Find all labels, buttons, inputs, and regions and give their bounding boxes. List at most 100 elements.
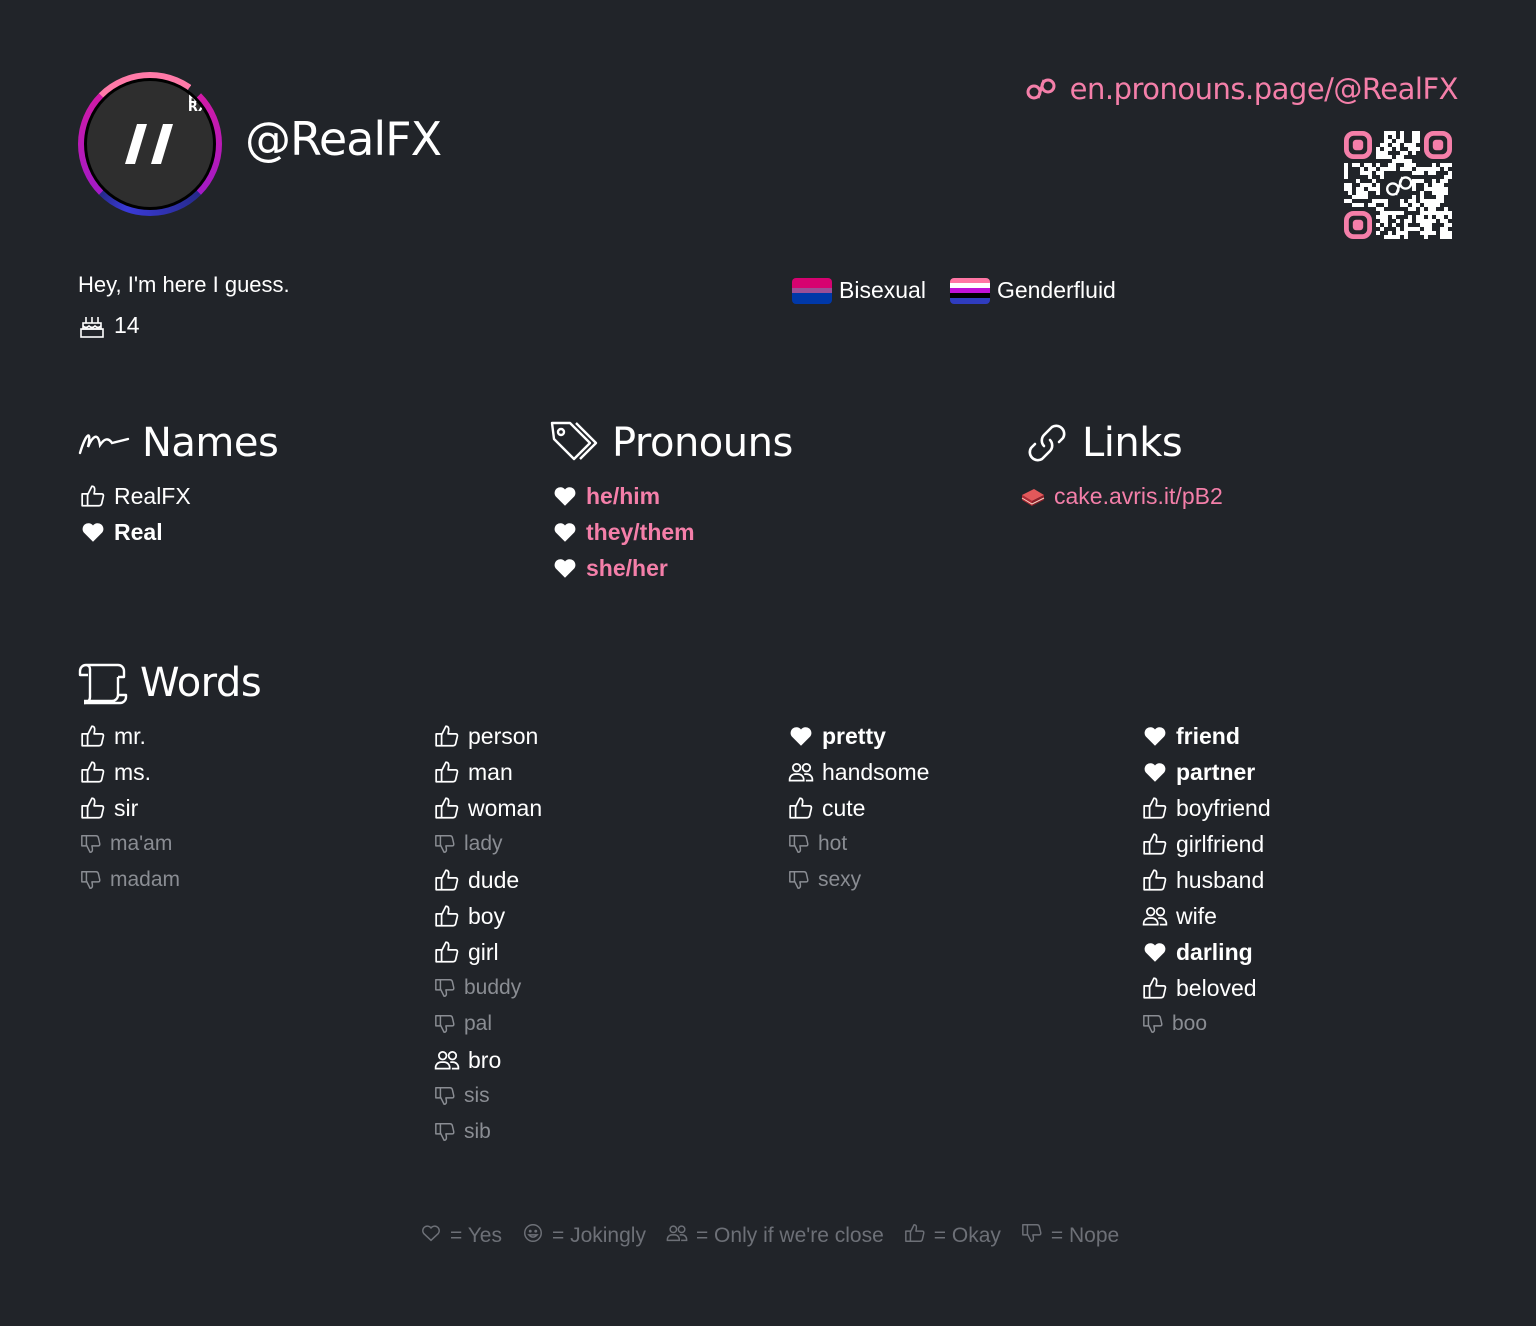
thumbs-down-icon bbox=[434, 833, 456, 855]
list-item[interactable]: cake.avris.it/pB2 bbox=[1020, 478, 1223, 514]
legend-label: = Yes bbox=[450, 1224, 502, 1247]
flag-item-genderfluid[interactable]: Genderfluid bbox=[949, 277, 1116, 304]
word-item-label: hot bbox=[818, 832, 848, 855]
legend: = Yes = Jokingly = Only if we're close =… bbox=[420, 1222, 1119, 1250]
words-column-3: pretty handsome cute hot sexy bbox=[788, 718, 929, 898]
thumbs-up-icon bbox=[434, 723, 460, 749]
pronouns-title: Pronouns bbox=[612, 420, 793, 466]
thumbs-up-icon bbox=[434, 939, 460, 965]
word-item[interactable]: mr. bbox=[80, 718, 180, 754]
age-value: 14 bbox=[114, 312, 140, 338]
word-item[interactable]: boyfriend bbox=[1142, 790, 1271, 826]
people-icon bbox=[788, 759, 814, 785]
thumbs-up-icon bbox=[1142, 975, 1168, 1001]
pronoun-link[interactable]: they/them bbox=[586, 519, 695, 546]
word-item[interactable]: lady bbox=[434, 826, 542, 862]
word-item[interactable]: boo bbox=[1142, 1006, 1271, 1042]
word-item[interactable]: handsome bbox=[788, 754, 929, 790]
thumbs-up-icon bbox=[788, 795, 814, 821]
word-item[interactable]: boy bbox=[434, 898, 542, 934]
word-item[interactable]: sis bbox=[434, 1078, 542, 1114]
word-item-label: sir bbox=[114, 794, 139, 821]
heart-icon bbox=[1142, 759, 1168, 785]
flag-item-bisexual[interactable]: Bisexual bbox=[792, 277, 926, 304]
word-item[interactable]: girl bbox=[434, 934, 542, 970]
people-icon bbox=[434, 1047, 460, 1073]
word-item[interactable]: madam bbox=[80, 862, 180, 898]
thumbs-down-icon bbox=[434, 1013, 456, 1035]
external-link[interactable]: cake.avris.it/pB2 bbox=[1054, 483, 1223, 510]
word-item[interactable]: cute bbox=[788, 790, 929, 826]
word-item-label: girl bbox=[468, 938, 499, 965]
names-heading: Names bbox=[78, 420, 279, 466]
heart-icon bbox=[420, 1222, 442, 1250]
list-item[interactable]: RealFX bbox=[80, 478, 191, 514]
word-item-label: partner bbox=[1176, 758, 1256, 785]
word-item-label: pretty bbox=[822, 722, 886, 749]
cake-site-icon bbox=[1021, 489, 1045, 506]
word-item[interactable]: girlfriend bbox=[1142, 826, 1271, 862]
word-item[interactable]: buddy bbox=[434, 970, 542, 1006]
word-item[interactable]: sexy bbox=[788, 862, 929, 898]
thumbs-up-icon bbox=[80, 483, 106, 509]
thumbs-up-icon bbox=[1142, 867, 1168, 893]
thumbs-down-icon bbox=[434, 1121, 456, 1143]
smile-icon bbox=[522, 1222, 544, 1250]
word-item[interactable]: pretty bbox=[788, 718, 929, 754]
thumbs-up-icon bbox=[434, 795, 460, 821]
word-item[interactable]: dude bbox=[434, 862, 542, 898]
word-item[interactable]: sib bbox=[434, 1114, 542, 1150]
word-item[interactable]: hot bbox=[788, 826, 929, 862]
word-item-label: girlfriend bbox=[1176, 830, 1265, 857]
word-item[interactable]: wife bbox=[1142, 898, 1271, 934]
word-item[interactable]: darling bbox=[1142, 934, 1271, 970]
flag-label: Genderfluid bbox=[996, 277, 1116, 303]
word-item-label: boy bbox=[468, 902, 506, 929]
word-item[interactable]: partner bbox=[1142, 754, 1271, 790]
word-item[interactable]: ma'am bbox=[80, 826, 180, 862]
word-item[interactable]: man bbox=[434, 754, 542, 790]
heart-icon bbox=[1142, 939, 1168, 965]
word-item[interactable]: husband bbox=[1142, 862, 1271, 898]
people-icon bbox=[1142, 903, 1168, 929]
word-item[interactable]: beloved bbox=[1142, 970, 1271, 1006]
word-item[interactable]: ms. bbox=[80, 754, 180, 790]
word-item-label: sib bbox=[464, 1120, 491, 1143]
pronoun-link[interactable]: he/him bbox=[586, 483, 660, 510]
word-item[interactable]: pal bbox=[434, 1006, 542, 1042]
avatar: RX RX- RX-/ bbox=[78, 72, 222, 216]
thumbs-up-icon bbox=[904, 1222, 926, 1250]
scroll-icon bbox=[78, 663, 128, 705]
links-heading: Links bbox=[1024, 420, 1183, 466]
list-item[interactable]: he/him bbox=[552, 478, 695, 514]
word-item-label: boo bbox=[1172, 1012, 1208, 1035]
words-heading: Words bbox=[78, 660, 262, 706]
legend-label: = Okay bbox=[933, 1224, 1001, 1247]
word-item-label: ms. bbox=[114, 758, 152, 785]
thumbs-down-icon bbox=[1142, 1013, 1164, 1035]
word-item-label: beloved bbox=[1176, 974, 1257, 1001]
list-item[interactable]: they/them bbox=[552, 514, 695, 550]
legend-item-jokingly: = Jokingly bbox=[522, 1222, 646, 1250]
list-item[interactable]: Real bbox=[80, 514, 191, 550]
profile-url-link[interactable]: en.pronouns.page/@RealFX bbox=[1026, 72, 1459, 106]
legend-label: = Nope bbox=[1050, 1224, 1120, 1247]
qr-code[interactable] bbox=[1344, 131, 1452, 239]
signature-icon bbox=[78, 434, 130, 455]
word-item[interactable]: bro bbox=[434, 1042, 542, 1078]
word-item[interactable]: person bbox=[434, 718, 542, 754]
thumbs-up-icon bbox=[80, 759, 106, 785]
avatar-text: RX RX- RX-/ bbox=[188, 83, 213, 114]
flag-label: Bisexual bbox=[839, 277, 926, 303]
word-item-label: woman bbox=[468, 794, 543, 821]
names-title: Names bbox=[142, 420, 279, 466]
pronoun-link[interactable]: she/her bbox=[586, 555, 668, 582]
word-item[interactable]: woman bbox=[434, 790, 542, 826]
word-item[interactable]: sir bbox=[80, 790, 180, 826]
words-column-2: person man woman lady dude boy girl buddy pal bro… bbox=[434, 718, 542, 1150]
heart-icon bbox=[1142, 723, 1168, 749]
list-item[interactable]: she/her bbox=[552, 550, 695, 586]
legend-item-okay: = Okay bbox=[904, 1222, 1001, 1250]
word-item[interactable]: friend bbox=[1142, 718, 1271, 754]
thumbs-up-icon bbox=[434, 867, 460, 893]
